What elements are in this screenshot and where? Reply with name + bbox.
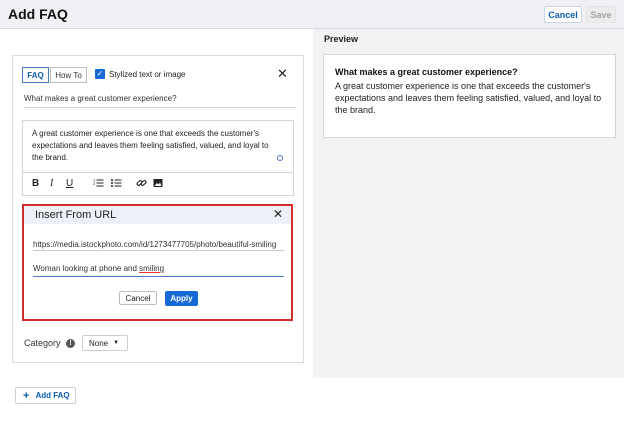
- answer-editor[interactable]: A great customer experience is one that …: [22, 120, 294, 196]
- dialog-close-icon[interactable]: ✕: [273, 207, 283, 221]
- preview-answer: A great customer experience is one that …: [335, 81, 602, 115]
- italic-icon[interactable]: I: [50, 178, 53, 189]
- alt-text-spellcheck-word: smiling: [139, 264, 165, 273]
- url-input[interactable]: [33, 238, 284, 251]
- stylized-checkbox-label: Stylized text or image: [109, 70, 186, 79]
- top-bar: Add FAQ Cancel Save: [0, 0, 624, 29]
- numbered-list-icon[interactable]: 12: [93, 178, 104, 191]
- link-icon[interactable]: [136, 178, 147, 191]
- page-title: Add FAQ: [8, 6, 68, 22]
- tab-how-to[interactable]: How To: [50, 67, 87, 83]
- tab-faq[interactable]: FAQ: [22, 67, 49, 83]
- caret-down-icon: ▼: [113, 340, 120, 346]
- dialog-apply-button[interactable]: Apply: [165, 291, 198, 306]
- dialog-cancel-button[interactable]: Cancel: [119, 291, 157, 305]
- add-faq-label: Add FAQ: [35, 391, 70, 400]
- question-input[interactable]: What makes a great customer experience?: [24, 94, 296, 108]
- preview-card: What makes a great customer experience? …: [323, 54, 616, 138]
- category-value: None: [89, 338, 109, 348]
- bold-icon[interactable]: B: [32, 178, 39, 189]
- info-icon[interactable]: !: [66, 339, 75, 348]
- preview-heading: Preview: [324, 34, 359, 44]
- resize-handle-icon[interactable]: [277, 155, 283, 161]
- bulleted-list-icon[interactable]: [111, 178, 122, 191]
- insert-from-url-dialog: Insert From URL ✕ Woman looking at phone…: [22, 204, 293, 321]
- dialog-title: Insert From URL: [35, 209, 117, 221]
- add-faq-button[interactable]: + Add FAQ: [15, 387, 76, 404]
- formatting-toolbar: B I U 12: [23, 172, 293, 196]
- dialog-header: Insert From URL ✕: [24, 206, 291, 224]
- cancel-button[interactable]: Cancel: [544, 6, 582, 23]
- save-button[interactable]: Save: [586, 6, 616, 23]
- stylized-checkbox[interactable]: ✓: [95, 69, 105, 79]
- svg-text:2: 2: [93, 182, 95, 186]
- plus-icon: +: [23, 389, 30, 402]
- alt-text-value: Woman looking at phone and: [33, 264, 140, 273]
- underline-icon[interactable]: U: [66, 178, 73, 189]
- preview-question: What makes a great customer experience?: [335, 67, 518, 77]
- preview-panel: Preview What makes a great customer expe…: [313, 29, 624, 378]
- category-label: Category: [24, 338, 61, 348]
- alt-text-input[interactable]: Woman looking at phone and smiling: [33, 264, 284, 277]
- image-icon[interactable]: [153, 178, 163, 191]
- category-select[interactable]: None ▼: [82, 335, 128, 351]
- answer-text[interactable]: A great customer experience is one that …: [32, 128, 272, 164]
- close-icon[interactable]: ✕: [277, 66, 288, 82]
